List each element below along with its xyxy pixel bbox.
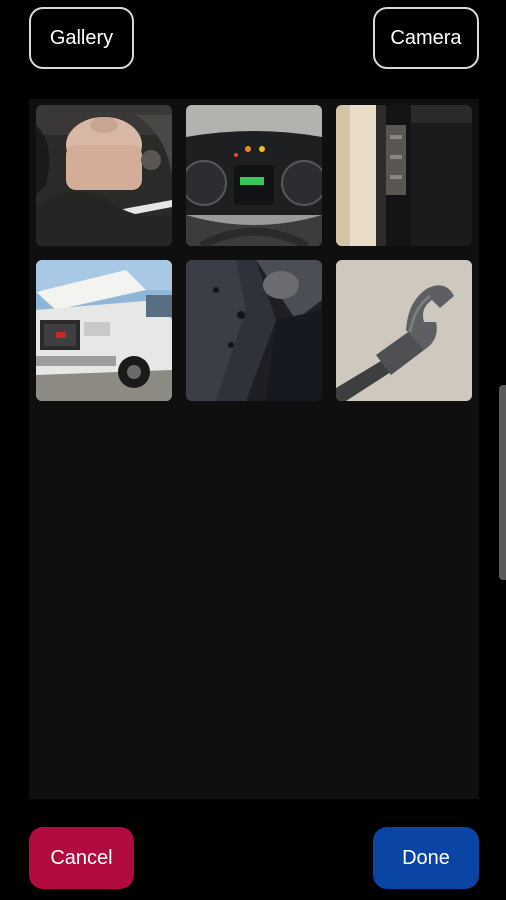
photo-thumbnail-dashboard[interactable] [186,105,322,246]
photo-thumbnail-wrench[interactable] [336,260,472,401]
wrench-photo-icon [336,260,472,401]
engine-coolant-photo-icon [36,105,172,246]
photo-grid [29,99,479,799]
door-hinge-photo-icon [336,105,472,246]
photo-thumbnail-hinge[interactable] [336,105,472,246]
photo-thumbnail-undercarriage[interactable] [186,260,322,401]
cancel-button[interactable]: Cancel [29,827,134,889]
gallery-button[interactable]: Gallery [29,7,134,69]
camera-button[interactable]: Camera [373,7,479,69]
done-button[interactable]: Done [373,827,479,889]
undercarriage-photo-icon [186,260,322,401]
dashboard-photo-icon [186,105,322,246]
scroll-indicator[interactable] [499,385,506,580]
photo-thumbnail-engine[interactable] [36,105,172,246]
photo-thumbnail-truck[interactable] [36,260,172,401]
pickup-truck-photo-icon [36,260,172,401]
